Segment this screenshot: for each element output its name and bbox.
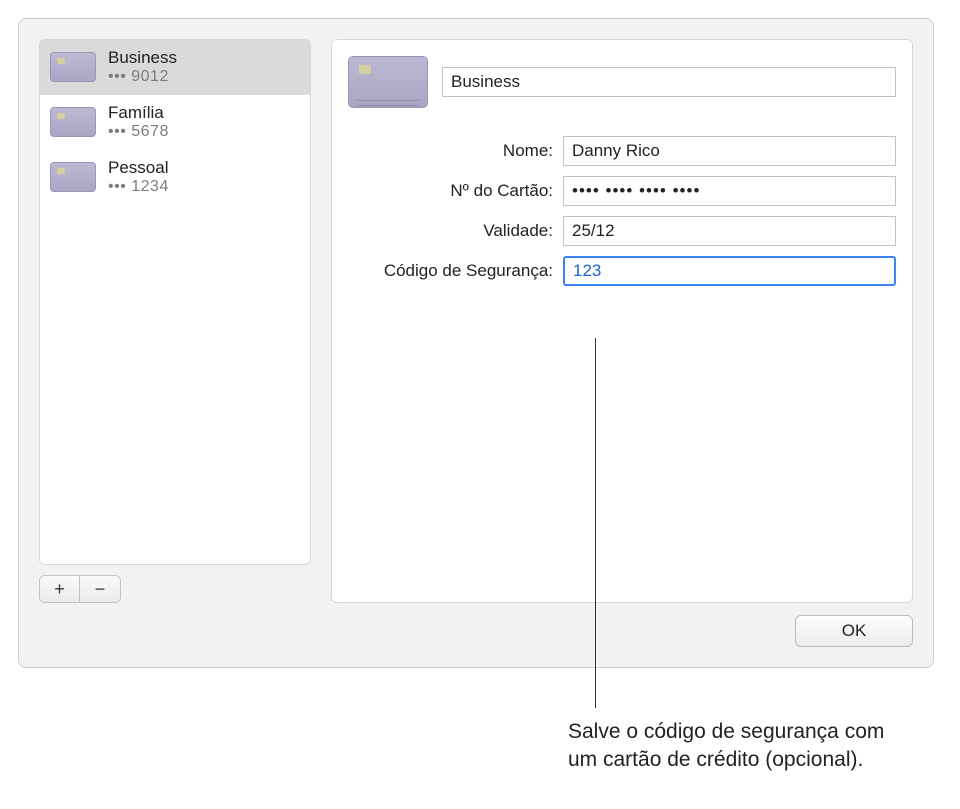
field-row-name: Nome: [348,136,896,166]
card-list[interactable]: Business ••• 9012 Família ••• 5678 Pesso… [39,39,311,565]
callout-text: Salve o código de segurança com um cartã… [568,718,888,775]
sidebar: Business ••• 9012 Família ••• 5678 Pesso… [39,39,311,603]
callout-line [595,338,596,708]
field-label-card-number: Nº do Cartão: [348,181,563,201]
main-area: Business ••• 9012 Família ••• 5678 Pesso… [39,39,913,603]
credit-card-icon [50,107,96,137]
add-card-button[interactable]: + [40,576,80,602]
field-label-name: Nome: [348,141,563,161]
card-text: Família ••• 5678 [108,103,169,141]
card-text: Pessoal ••• 1234 [108,158,169,196]
card-item-pessoal[interactable]: Pessoal ••• 1234 [40,150,310,205]
detail-header [348,56,896,108]
field-row-expiry: Validade: [348,216,896,246]
footer: OK [39,615,913,647]
ok-button[interactable]: OK [795,615,913,647]
card-number-input[interactable] [563,176,896,206]
field-label-expiry: Validade: [348,221,563,241]
card-item-familia[interactable]: Família ••• 5678 [40,95,310,150]
field-row-card-number: Nº do Cartão: [348,176,896,206]
credit-card-icon [50,162,96,192]
credit-card-icon [50,52,96,82]
add-remove-group: + − [39,575,121,603]
card-title-input[interactable] [442,67,896,97]
card-last4: ••• 1234 [108,178,169,196]
cardholder-name-input[interactable] [563,136,896,166]
card-name: Pessoal [108,158,169,178]
credit-card-icon [348,56,428,108]
card-name: Business [108,48,177,68]
remove-card-button[interactable]: − [80,576,120,602]
field-label-security-code: Código de Segurança: [348,261,563,281]
card-item-business[interactable]: Business ••• 9012 [40,40,310,95]
security-code-input[interactable] [563,256,896,286]
card-name: Família [108,103,169,123]
card-text: Business ••• 9012 [108,48,177,86]
field-row-security-code: Código de Segurança: [348,256,896,286]
card-last4: ••• 5678 [108,123,169,141]
credit-card-settings-window: Business ••• 9012 Família ••• 5678 Pesso… [18,18,934,668]
card-detail-panel: Nome: Nº do Cartão: Validade: Código de … [331,39,913,603]
card-last4: ••• 9012 [108,68,177,86]
expiry-input[interactable] [563,216,896,246]
